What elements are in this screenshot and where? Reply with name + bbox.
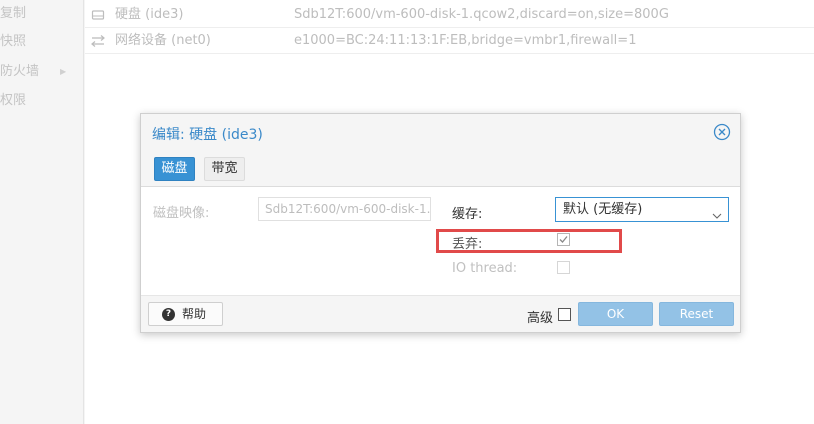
close-icon[interactable] <box>713 123 731 141</box>
iothread-checkbox <box>557 261 570 274</box>
sidebar-item-label: 防火墙 <box>0 64 40 79</box>
sidebar-item-label: 权限 <box>0 93 27 108</box>
disk-image-field: Sdb12T:600/vm-600-disk-1. <box>258 197 431 221</box>
highlight-annotation <box>436 229 622 253</box>
sidebar-item-label: 快照 <box>0 34 27 49</box>
cache-select-value: 默认 (无缓存) <box>563 202 643 217</box>
iothread-label: IO thread: <box>452 261 518 276</box>
ok-button[interactable]: OK <box>578 302 653 326</box>
dialog-footer: ? 帮助 高级 OK Reset <box>141 295 740 332</box>
hardware-name: 硬盘 (ide3) <box>115 7 184 22</box>
chevron-down-icon[interactable] <box>712 205 722 219</box>
network-icon <box>91 28 105 54</box>
dialog-body: 磁盘映像: Sdb12T:600/vm-600-disk-1. 缓存: 默认 (… <box>141 188 740 296</box>
advanced-checkbox[interactable] <box>558 308 571 321</box>
tab-bandwidth[interactable]: 带宽 <box>204 157 245 181</box>
table-row[interactable]: 硬盘 (ide3) Sdb12T:600/vm-600-disk-1.qcow2… <box>85 2 814 28</box>
sidebar-item-snapshots[interactable]: 快照 <box>0 28 84 56</box>
sidebar-item-replication[interactable]: 复制 <box>0 0 84 28</box>
chevron-right-icon: ▶ <box>60 67 67 76</box>
dialog-title: 编辑: 硬盘 (ide3) <box>152 127 263 143</box>
disk-image-label: 磁盘映像: <box>153 206 210 221</box>
advanced-label: 高级 <box>527 311 554 326</box>
help-icon: ? <box>162 308 175 321</box>
cache-select[interactable]: 默认 (无缓存) <box>555 197 729 222</box>
sidebar-item-label: 复制 <box>0 6 27 21</box>
hardware-value: Sdb12T:600/vm-600-disk-1.qcow2,discard=o… <box>294 7 669 22</box>
dialog-tabs: 磁盘 带宽 <box>141 153 740 187</box>
table-row[interactable]: 网络设备 (net0) e1000=BC:24:11:13:1F:EB,brid… <box>85 28 814 54</box>
dialog-header: 编辑: 硬盘 (ide3) <box>141 114 740 153</box>
sidebar-item-permissions[interactable]: 权限 <box>0 87 84 115</box>
hardware-name: 网络设备 (net0) <box>115 33 211 48</box>
help-button[interactable]: ? 帮助 <box>148 302 223 326</box>
sidebar-item-firewall[interactable]: 防火墙 ▶ <box>0 58 84 86</box>
hard-disk-icon <box>91 2 105 28</box>
cache-label: 缓存: <box>452 207 483 222</box>
tab-disk[interactable]: 磁盘 <box>154 157 195 181</box>
help-button-label: 帮助 <box>182 307 207 321</box>
sidebar: 复制 快照 防火墙 ▶ 权限 <box>0 0 84 424</box>
hardware-value: e1000=BC:24:11:13:1F:EB,bridge=vmbr1,fir… <box>294 33 637 48</box>
reset-button[interactable]: Reset <box>659 302 734 326</box>
edit-disk-dialog: 编辑: 硬盘 (ide3) 磁盘 带宽 磁盘映像: Sdb12T:600/vm-… <box>140 113 741 333</box>
